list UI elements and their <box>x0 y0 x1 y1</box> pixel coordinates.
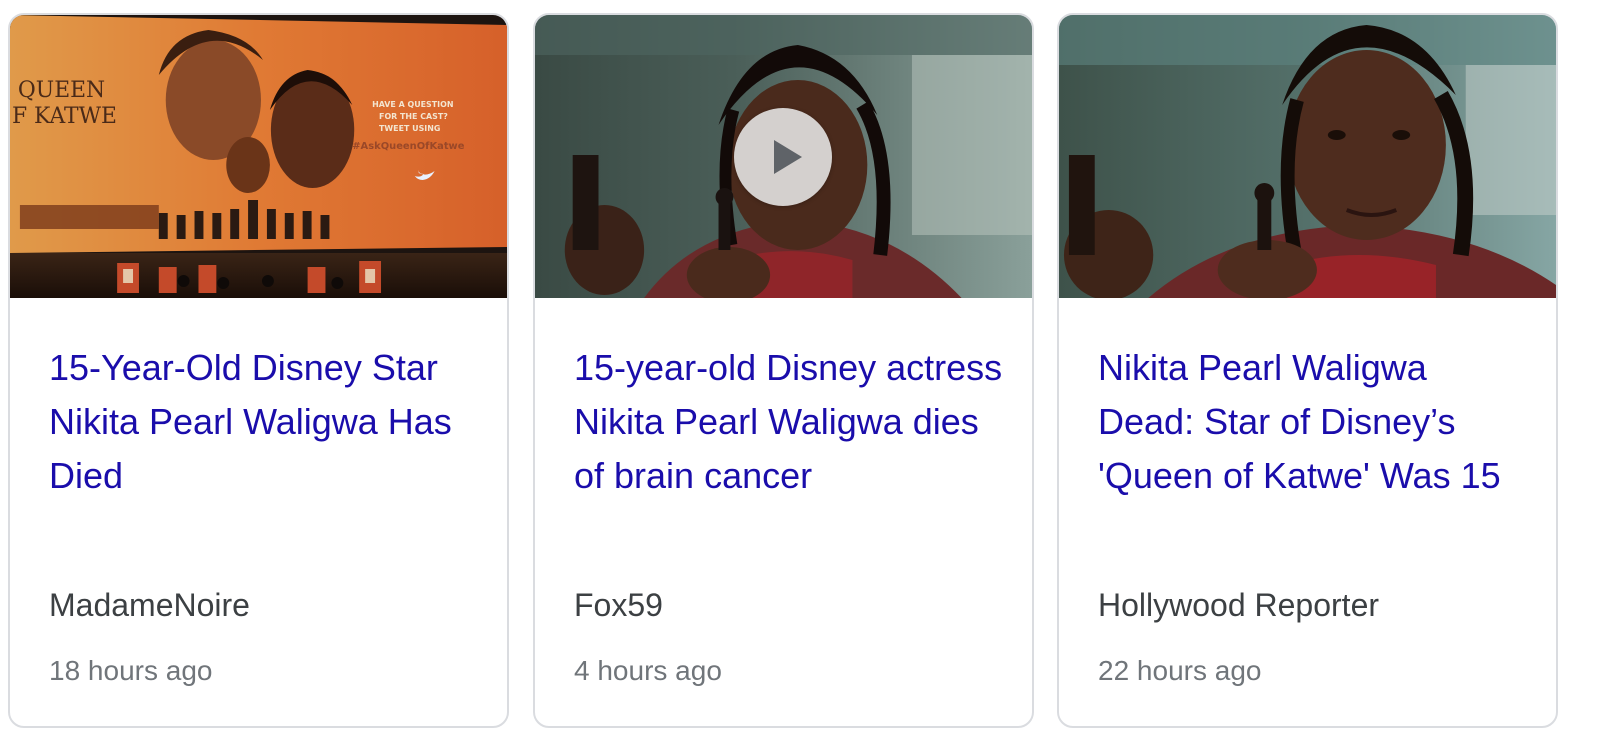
news-thumbnail[interactable] <box>535 15 1032 298</box>
video-play-button[interactable] <box>734 108 832 206</box>
girl-with-chess-piece-image <box>1059 15 1556 298</box>
news-card[interactable]: QUEEN F KATWE HAVE A QUESTION FOR THE CA… <box>8 13 509 728</box>
news-headline-link[interactable]: 15-Year-Old Disney Star Nikita Pearl Wal… <box>49 341 479 503</box>
news-source: Fox59 <box>574 587 663 623</box>
news-timestamp: 18 hours ago <box>49 655 213 686</box>
news-source: MadameNoire <box>49 587 250 623</box>
poster-text-line1: HAVE A QUESTION <box>372 100 453 109</box>
poster-title-line2: F KATWE <box>12 104 117 129</box>
news-card[interactable]: 15-year-old Disney actress Nikita Pearl … <box>533 13 1034 728</box>
poster-title-line1: QUEEN <box>18 78 105 103</box>
news-timestamp: 22 hours ago <box>1098 655 1262 686</box>
news-card[interactable]: Nikita Pearl Waligwa Dead: Star of Disne… <box>1057 13 1558 728</box>
poster-hashtag: #AskQueenOfKatwe <box>352 141 464 152</box>
play-icon <box>774 140 802 174</box>
news-headline-link[interactable]: 15-year-old Disney actress Nikita Pearl … <box>574 341 1004 503</box>
news-thumbnail[interactable] <box>1059 15 1556 298</box>
poster-text-line2: FOR THE CAST? <box>379 112 448 121</box>
news-source: Hollywood Reporter <box>1098 587 1380 623</box>
news-headline-link[interactable]: Nikita Pearl Waligwa Dead: Star of Disne… <box>1098 341 1528 503</box>
poster-text-line3: TWEET USING <box>379 124 440 133</box>
news-thumbnail[interactable]: QUEEN F KATWE HAVE A QUESTION FOR THE CA… <box>10 15 507 298</box>
news-timestamp: 4 hours ago <box>574 655 722 686</box>
movie-premiere-image: QUEEN F KATWE HAVE A QUESTION FOR THE CA… <box>10 15 507 298</box>
